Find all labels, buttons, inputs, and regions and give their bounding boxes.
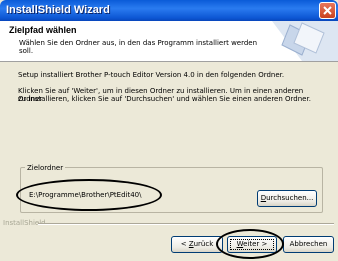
window-title: InstallShield Wizard [6, 4, 110, 16]
subtitle-line-1: Wählen Sie den Ordner aus, in den das Pr… [19, 39, 258, 47]
browse-label: urchsuchen... [266, 194, 314, 202]
subtitle-line-2: soll. [19, 47, 34, 55]
instruction-line-2: zu installieren, klicken Sie auf 'Durchs… [18, 95, 311, 103]
installer-graphic-icon [272, 21, 338, 61]
page-title: Zielpfad wählen [9, 25, 77, 35]
footer-separator [38, 223, 334, 225]
destination-group-label: Zielordner [25, 164, 66, 172]
title-bar[interactable]: InstallShield Wizard [0, 0, 338, 21]
back-label: urück [193, 240, 214, 248]
page-subtitle: Wählen Sie den Ordner aus, in den das Pr… [19, 39, 269, 55]
browse-button[interactable]: Durchsuchen... [257, 190, 317, 207]
close-button[interactable] [319, 2, 336, 19]
next-highlight-circle [216, 229, 284, 259]
destination-highlight-circle [16, 179, 162, 211]
back-prefix: < [180, 240, 189, 248]
wizard-header: Zielpfad wählen Wählen Sie den Ordner au… [0, 21, 338, 62]
cancel-button[interactable]: Abbrechen [283, 236, 334, 253]
intro-text: Setup installiert Brother P-touch Editor… [18, 71, 285, 79]
close-icon [323, 6, 332, 15]
